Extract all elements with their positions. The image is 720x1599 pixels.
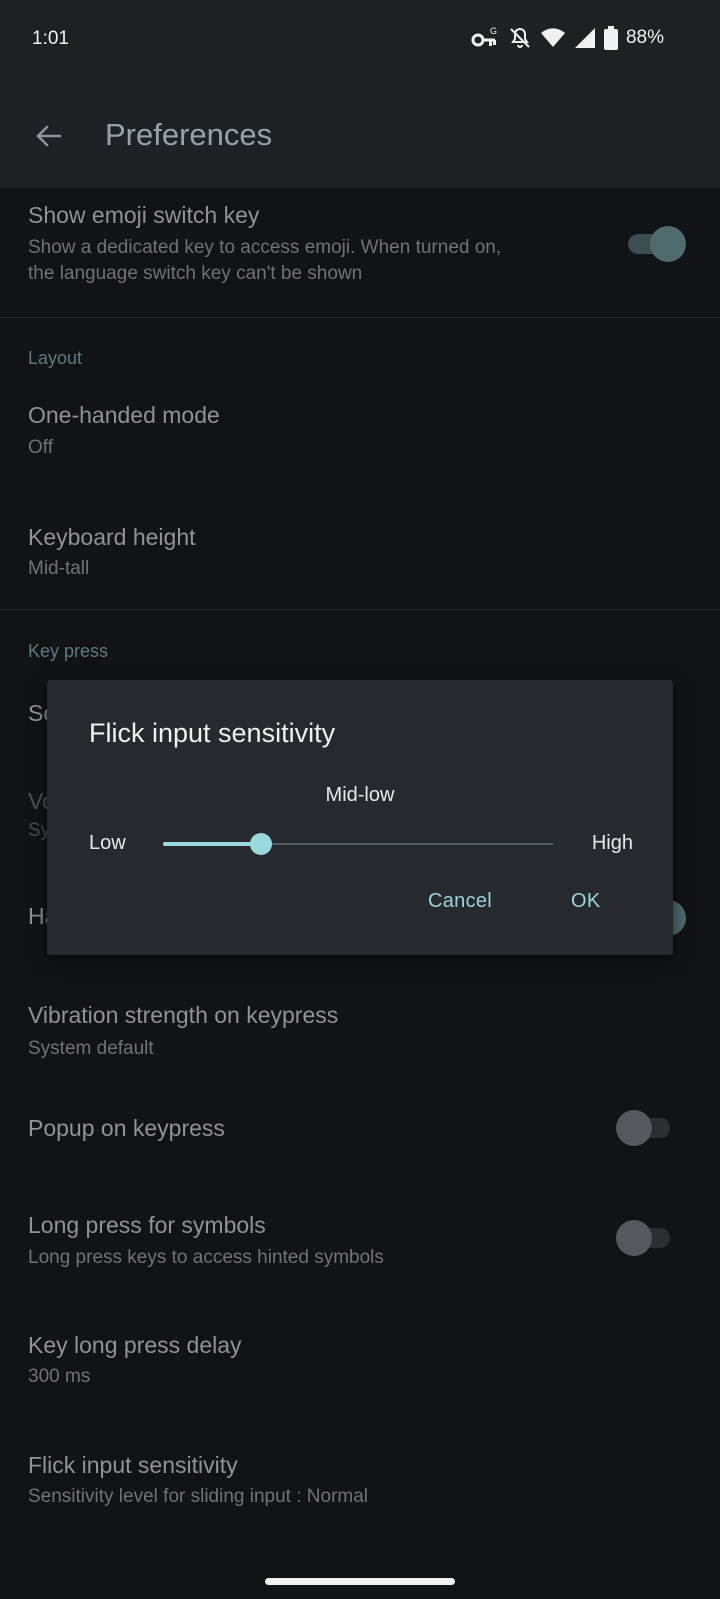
emoji-switch-toggle[interactable] [628,226,686,262]
slider-min-label: Low [89,832,126,854]
back-arrow-icon[interactable] [28,116,68,156]
pref-keyboard-height[interactable]: Keyboard height Mid-tall [0,510,720,600]
slider-thumb[interactable] [250,833,272,855]
pref-title: Keyboard height [28,524,196,550]
section-header-layout: Layout [28,348,83,368]
vpn-key-icon: G [470,26,500,50]
pref-long-press-symbols[interactable]: Long press for symbols Long press keys t… [0,1198,720,1288]
sensitivity-slider[interactable] [163,832,553,856]
wifi-icon [540,27,566,49]
status-icons: G 88% [470,26,664,50]
app-bar: Preferences [0,80,720,188]
section-header-key-press: Key press [28,641,109,661]
status-time: 1:01 [32,28,69,49]
flick-sensitivity-dialog: Flick input sensitivity Mid-low Low High… [47,680,673,955]
pref-show-emoji-switch-key[interactable]: Show emoji switch key Show a dedicated k… [0,188,720,316]
pref-title: Long press for symbols [28,1212,266,1238]
cancel-button[interactable]: Cancel [428,890,492,913]
status-bar: 1:01 G 88% [0,0,720,80]
pref-title: Key long press delay [28,1332,242,1358]
pref-subtitle: Mid-tall [28,558,90,579]
signal-icon [574,27,596,49]
pref-one-handed-mode[interactable]: One-handed mode Off [0,388,720,478]
dialog-title: Flick input sensitivity [89,718,336,748]
battery-icon [603,26,618,50]
pref-subtitle: System default [28,1038,154,1059]
bell-off-icon [508,26,532,50]
pref-subtitle: Show a dedicated key to access emoji. Wh… [28,237,502,258]
slider-max-label: High [591,832,633,854]
slider-fill [163,842,261,846]
pref-subtitle: the language switch key can't be shown [28,263,363,284]
pref-subtitle: 300 ms [28,1366,91,1387]
pref-subtitle: Off [28,437,53,458]
long-press-symbols-toggle[interactable] [616,1220,672,1256]
svg-text:G: G [490,26,497,36]
divider [0,317,720,318]
slider-current-value: Mid-low [325,784,395,806]
pref-title: Flick input sensitivity [28,1452,238,1478]
pref-vibration-strength[interactable]: Vibration strength on keypress System de… [0,988,720,1078]
pref-key-long-press-delay[interactable]: Key long press delay 300 ms [0,1318,720,1408]
pref-title: Vibration strength on keypress [28,1002,339,1028]
pref-subtitle: Sensitivity level for sliding input : No… [28,1486,369,1507]
pref-subtitle: Long press keys to access hinted symbols [28,1247,384,1268]
pref-title: Popup on keypress [28,1115,225,1141]
popup-toggle[interactable] [616,1110,672,1146]
battery-percent: 88% [625,27,664,48]
ok-button[interactable]: OK [571,890,601,913]
pref-title: Show emoji switch key [28,202,260,228]
pref-popup-on-keypress[interactable]: Popup on keypress [0,1093,720,1163]
divider [0,609,720,610]
pref-title: One-handed mode [28,402,220,428]
page-title: Preferences [105,117,273,152]
gesture-nav-handle[interactable] [265,1578,455,1585]
pref-flick-input-sensitivity[interactable]: Flick input sensitivity Sensitivity leve… [0,1438,720,1528]
